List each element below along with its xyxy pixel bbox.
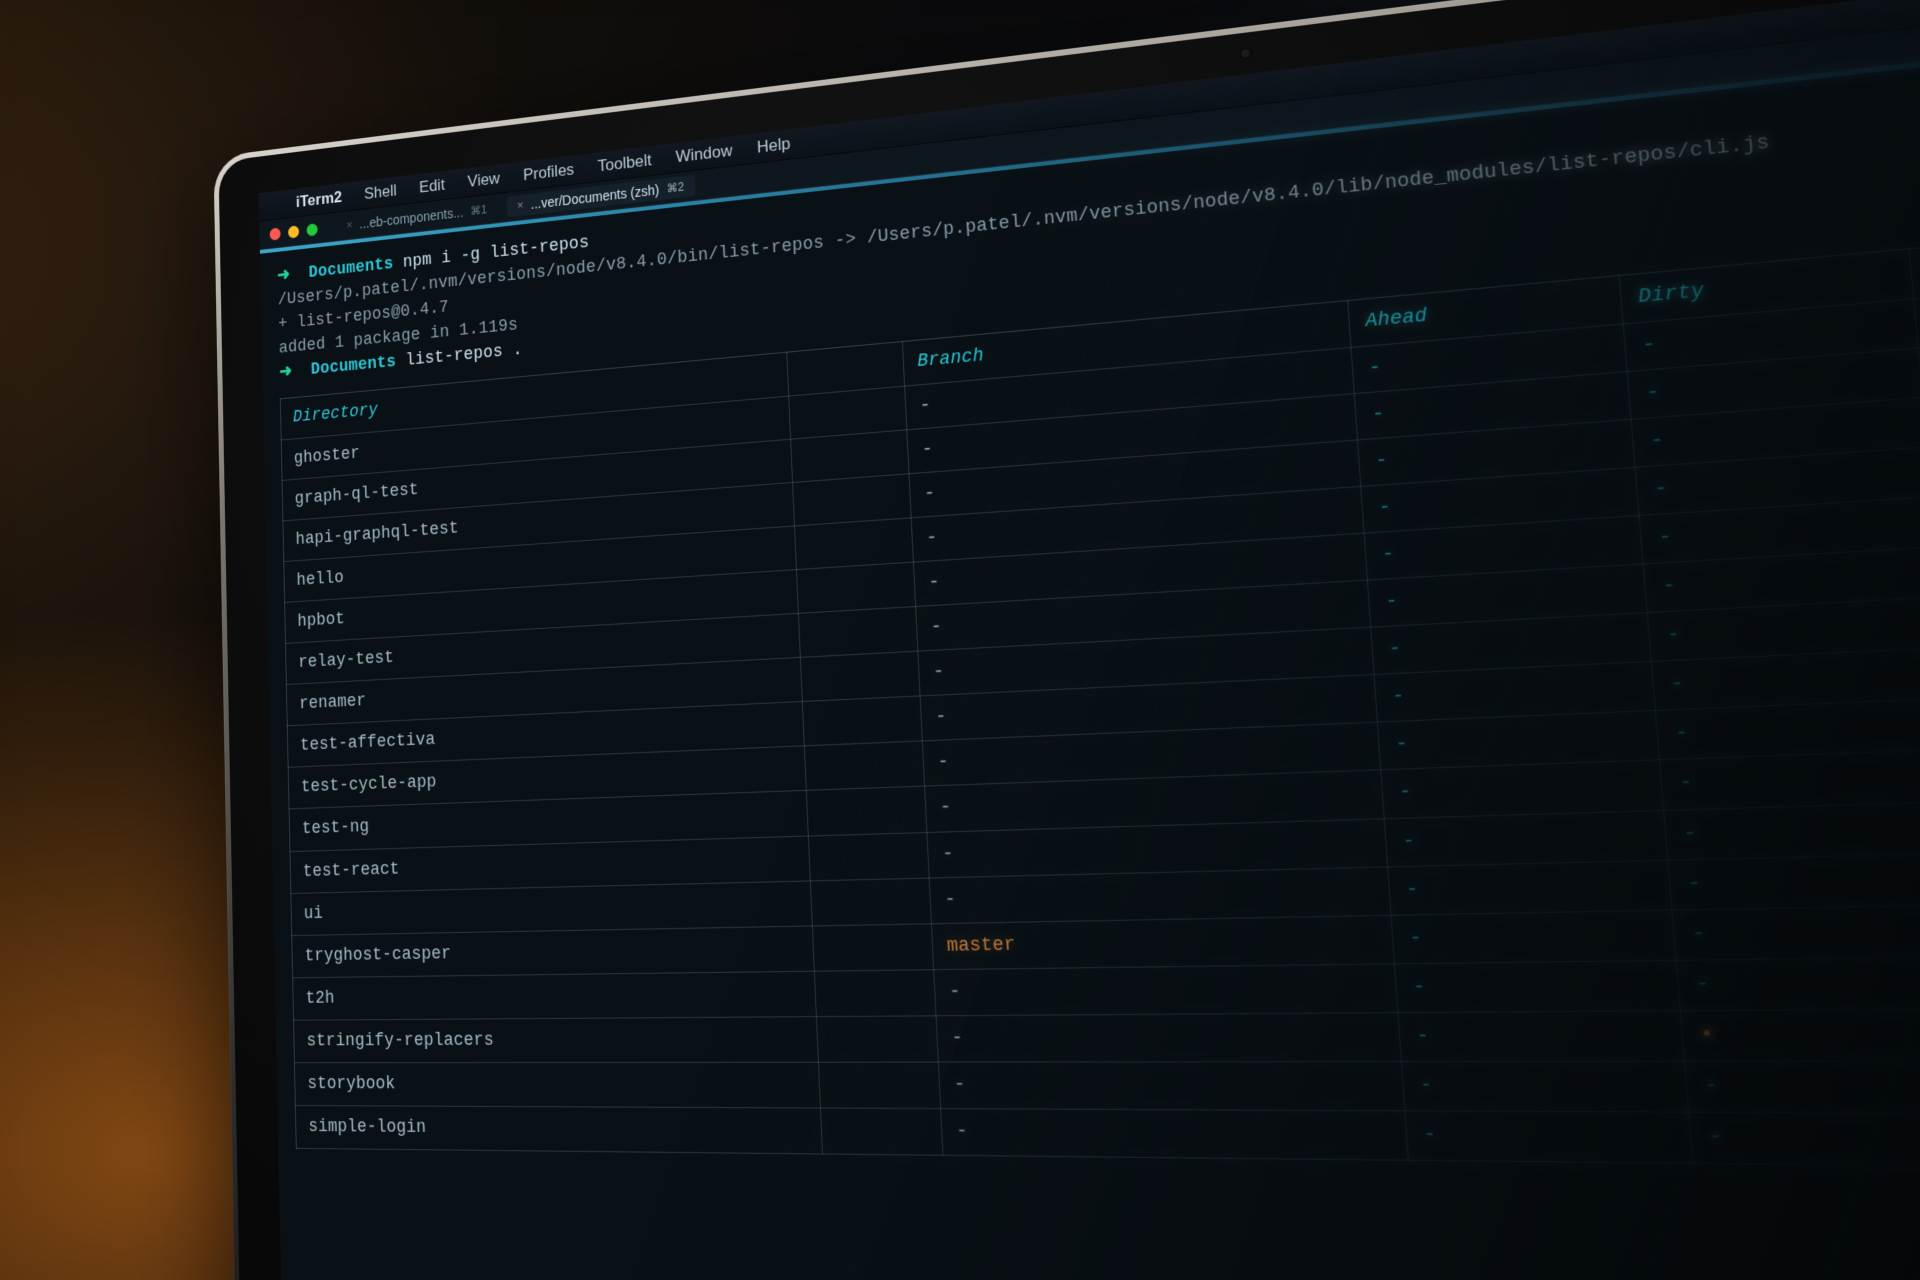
cell-branch: -	[940, 1109, 1408, 1161]
cell-index	[794, 518, 913, 570]
menu-window[interactable]: Window	[675, 141, 732, 167]
cell-dirty: -	[1664, 801, 1920, 860]
photo-frame: iTerm2 Shell Edit View Profiles Toolbelt…	[0, 0, 1920, 1280]
cell-directory: simple-login	[295, 1106, 822, 1155]
cell-branch: -	[938, 1062, 1405, 1111]
cell-branch: -	[936, 1012, 1402, 1062]
menu-profiles[interactable]: Profiles	[523, 160, 575, 185]
tab-close-icon[interactable]: ×	[517, 198, 524, 212]
cell-branch: -	[929, 866, 1391, 923]
cell-index	[808, 832, 928, 881]
screen: iTerm2 Shell Edit View Profiles Toolbelt…	[259, 0, 1920, 1280]
cell-directory: tryghost-casper	[292, 926, 815, 978]
cell-index	[812, 923, 933, 971]
cell-index	[800, 651, 919, 701]
cell-index	[806, 787, 926, 836]
cell-dirty: -	[1672, 904, 1920, 960]
cell-dirty: •	[1680, 1008, 1920, 1061]
cell-ahead: -	[1388, 860, 1672, 915]
cell-directory: stringify-replacers	[294, 1016, 819, 1062]
cell-index	[814, 969, 935, 1016]
cell-branch: -	[933, 964, 1398, 1016]
cell-dirty: -	[1689, 1112, 1920, 1166]
tab-close-icon[interactable]: ×	[346, 218, 352, 232]
prompt-arrow-icon: ➜	[279, 361, 311, 383]
prompt-arrow-icon: ➜	[277, 264, 309, 286]
menu-edit[interactable]: Edit	[419, 176, 445, 198]
tab-shortcut: ⌘1	[470, 203, 487, 218]
cell-dirty: -	[1659, 750, 1920, 810]
menubar-app-name[interactable]: iTerm2	[296, 188, 343, 212]
menu-toolbelt[interactable]: Toolbelt	[597, 151, 652, 177]
cell-ahead: -	[1384, 810, 1667, 867]
cell-index	[818, 1062, 940, 1109]
zoom-icon[interactable]	[306, 223, 317, 236]
menu-help[interactable]: Help	[757, 134, 791, 158]
prompt-cwd: Documents	[311, 353, 397, 380]
cell-directory: t2h	[293, 971, 817, 1020]
laptop-bezel: iTerm2 Shell Edit View Profiles Toolbelt…	[213, 0, 1920, 1280]
cell-index	[796, 562, 915, 613]
cell-ahead: -	[1391, 910, 1676, 964]
cell-ahead: -	[1395, 960, 1681, 1012]
cell-index	[804, 741, 924, 790]
cell-index	[820, 1108, 942, 1155]
close-icon[interactable]	[270, 227, 281, 240]
cell-index	[810, 878, 931, 926]
cell-ahead: -	[1405, 1111, 1693, 1164]
traffic-lights	[270, 223, 318, 240]
cell-index	[816, 1016, 938, 1063]
cell-directory: storybook	[294, 1062, 820, 1108]
laptop: iTerm2 Shell Edit View Profiles Toolbelt…	[213, 0, 1920, 1280]
menu-view[interactable]: View	[467, 169, 500, 192]
cell-dirty: -	[1676, 956, 1920, 1010]
table-row: simple-login-----	[295, 1106, 1920, 1174]
tab-title: ...eb-components...	[359, 204, 463, 231]
cell-dirty: -	[1685, 1061, 1920, 1114]
cell-ahead: -	[1381, 760, 1664, 818]
cell-branch: master	[931, 915, 1395, 970]
cell-ahead: -	[1401, 1061, 1688, 1112]
cell-index	[798, 607, 917, 658]
tab-shortcut: ⌘2	[666, 180, 684, 196]
cell-dirty: -	[1668, 852, 1920, 909]
cell-ahead: -	[1398, 1011, 1685, 1062]
menu-shell[interactable]: Shell	[364, 181, 397, 203]
cell-index	[802, 696, 922, 746]
minimize-icon[interactable]	[288, 225, 299, 238]
